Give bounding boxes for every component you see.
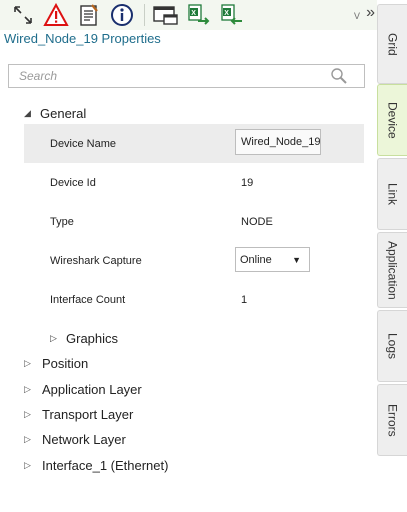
expand-triangle-icon[interactable]: ▷ [24,358,42,369]
search-icon[interactable] [330,67,348,85]
property-row-wireshark-capture[interactable]: Wireshark Capture Online ▼ [24,241,364,280]
wireshark-capture-select[interactable]: Online ▼ [235,247,310,272]
general-section-label: General [40,106,87,121]
expand-triangle-icon[interactable]: ▷ [24,384,42,395]
warning-icon[interactable] [41,1,71,29]
tree-node-application-layer[interactable]: ▷ Application Layer [24,382,142,397]
excel-import-icon[interactable]: X [217,1,247,29]
general-section-header[interactable]: ◢ General [24,106,86,121]
property-label: Interface Count [50,293,126,306]
info-icon[interactable] [107,1,137,29]
more-tools-icon[interactable]: » [366,4,375,22]
property-label: Device Name [50,137,117,150]
tab-label: Grid [385,32,400,56]
device-name-field[interactable]: Wired_Node_19 [235,129,321,155]
property-row-type[interactable]: Type NODE [24,202,364,241]
search-input[interactable] [19,66,330,86]
expand-triangle-icon[interactable]: ▷ [24,460,42,471]
tab-device[interactable]: Device [377,84,407,156]
tab-application[interactable]: Application [377,232,407,308]
tab-grid[interactable]: Grid [377,4,407,84]
tree-node-label: Network Layer [42,432,126,447]
tab-label: Application [385,240,400,300]
expand-triangle-icon[interactable]: ▷ [24,409,42,420]
window-arrange-icon[interactable] [151,1,181,29]
resize-arrows-icon[interactable] [8,1,38,29]
toolbar-separator [144,4,145,26]
dropdown-arrow-icon[interactable]: ▼ [292,255,301,265]
tree-node-transport-layer[interactable]: ▷ Transport Layer [24,407,133,422]
property-label: Wireshark Capture [50,254,142,267]
tab-label: Logs [385,332,400,360]
tab-logs[interactable]: Logs [377,310,407,382]
tree-node-network-layer[interactable]: ▷ Network Layer [24,432,126,447]
side-tab-strip: Grid Device Link Application Logs Errors [377,0,407,512]
tab-link[interactable]: Link [377,158,407,230]
property-value: NODE [241,215,273,228]
overflow-dropdown-icon[interactable]: ᐯ [354,11,360,22]
notes-icon[interactable] [74,1,104,29]
property-row-interface-count[interactable]: Interface Count 1 [24,280,364,319]
property-row-device-name[interactable]: Device Name Wired_Node_19 [24,124,364,163]
expand-triangle-icon[interactable]: ▷ [50,333,66,344]
collapse-triangle-icon[interactable]: ◢ [24,108,40,119]
tree-node-position[interactable]: ▷ Position [24,356,88,371]
graphics-label: Graphics [66,331,119,346]
tree-node-label: Application Layer [42,382,142,397]
svg-text:X: X [224,10,229,17]
property-value: 19 [241,176,254,189]
tab-label: Device [385,101,400,139]
panel-title: Wired_Node_19 Properties [4,31,161,46]
select-value: Online [240,253,272,266]
toolbar: X X ᐯ » [0,0,377,30]
expand-triangle-icon[interactable]: ▷ [24,434,42,445]
property-label: Device Id [50,176,96,189]
property-row-device-id[interactable]: Device Id 19 [24,163,364,202]
property-value: 1 [241,293,248,306]
svg-text:X: X [191,10,196,17]
property-label: Type [50,215,74,228]
tree-node-label: Interface_1 (Ethernet) [42,458,169,473]
tab-label: Link [385,182,400,205]
properties-window: X X ᐯ » Wired_Node_19 Properties ◢ Gen [0,0,407,512]
search-box [8,64,365,88]
tree-node-label: Position [42,356,89,371]
toolbar-overflow: ᐯ » [354,4,375,22]
tree-node-interface-1[interactable]: ▷ Interface_1 (Ethernet) [24,458,168,473]
tree-node-label: Transport Layer [42,407,134,422]
graphics-subsection[interactable]: ▷ Graphics [50,331,118,346]
excel-export-icon[interactable]: X [184,1,214,29]
tab-errors[interactable]: Errors [377,384,407,456]
tab-label: Errors [385,403,400,437]
